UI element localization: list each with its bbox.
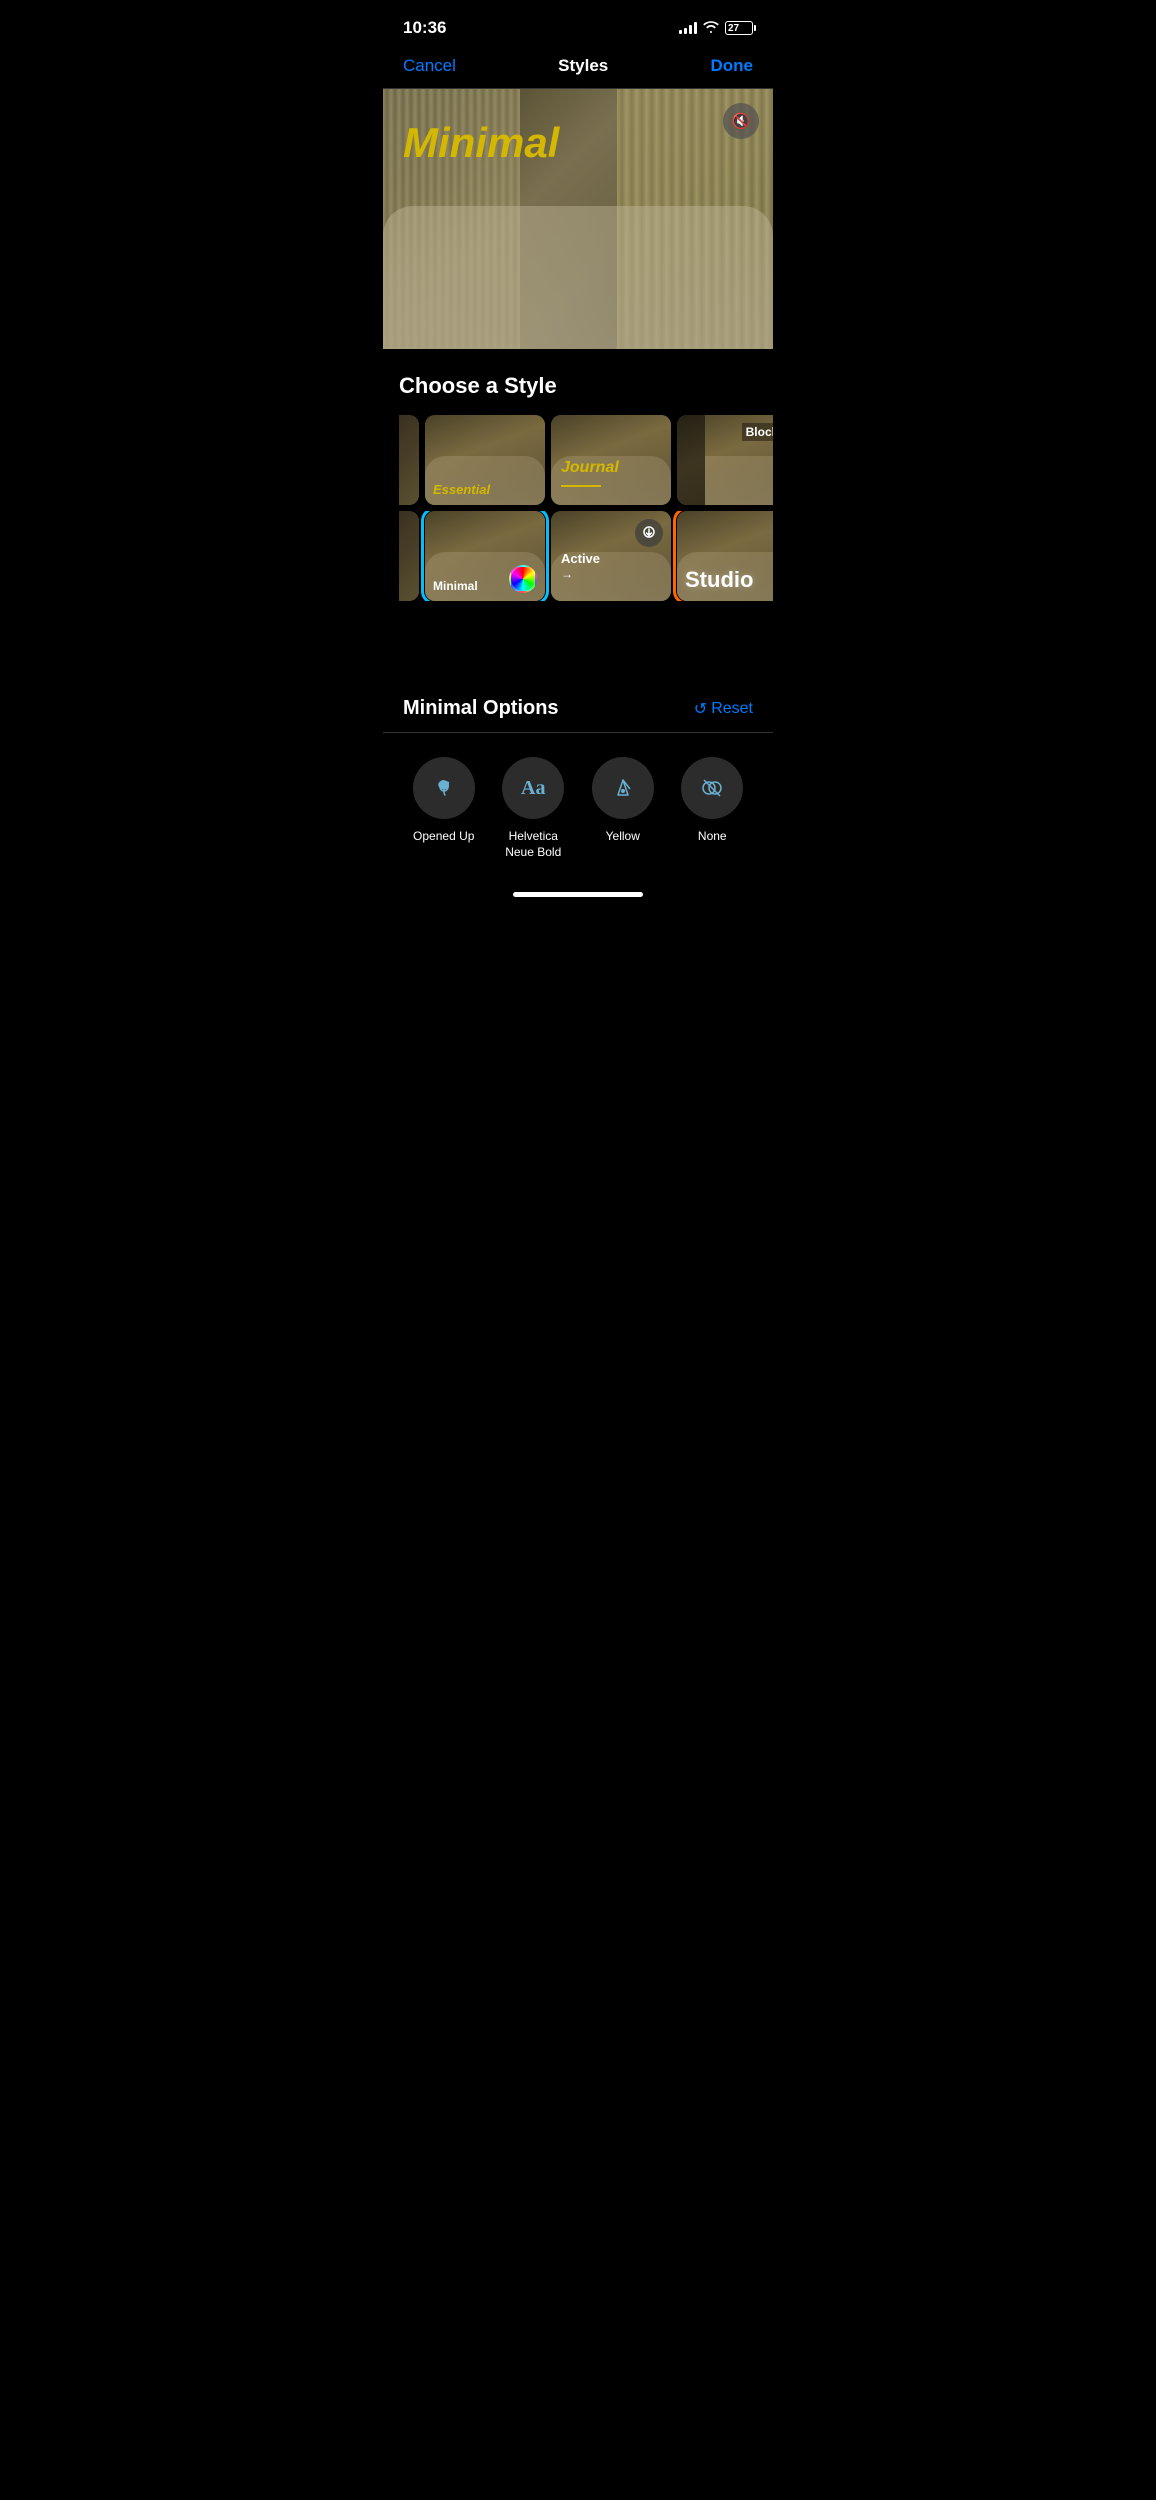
font-label: Helvetica Neue Bold [505, 829, 561, 860]
page-title: Styles [558, 56, 608, 76]
blocks-label: Blocks [742, 423, 773, 441]
reset-label: Reset [711, 700, 753, 718]
options-row: Opened Up Aa Helvetica Neue Bold Yellow [383, 733, 773, 876]
opened-up-label: Opened Up [413, 829, 474, 845]
blocks-overlay [677, 415, 705, 505]
done-button[interactable]: Done [710, 56, 753, 76]
choose-style-title: Choose a Style [399, 373, 773, 399]
reset-icon: ↺ [694, 699, 707, 719]
blend-icon [681, 757, 743, 819]
style-item-studio[interactable]: Studio [677, 511, 773, 601]
studio-label: Studio [685, 567, 753, 593]
option-item-opened-up[interactable]: Opened Up [409, 757, 479, 860]
option-item-font[interactable]: Aa Helvetica Neue Bold [498, 757, 568, 860]
battery-icon: 27 [725, 21, 753, 35]
style-item-essential[interactable]: Essential [425, 415, 545, 505]
style-row-2: Minimal Active → [399, 511, 773, 601]
essential-label: Essential [433, 482, 490, 497]
active-label: Active → [561, 551, 600, 581]
mute-button[interactable]: 🔇 [723, 103, 759, 139]
status-bar: 10:36 27 [383, 0, 773, 48]
sofa-area [383, 206, 773, 349]
minimal-label: Minimal [433, 579, 478, 593]
options-header: Minimal Options ↺ Reset [383, 697, 773, 733]
option-item-blend[interactable]: None [677, 757, 747, 860]
style-row-1: Essential Journal Blocks [399, 415, 773, 505]
style-item-journal[interactable]: Journal [551, 415, 671, 505]
wifi-icon [703, 20, 719, 36]
opened-up-icon [413, 757, 475, 819]
reset-button[interactable]: ↺ Reset [694, 699, 753, 719]
preview-style-label: Minimal [403, 119, 559, 167]
preview-background: Minimal 🔇 [383, 89, 773, 349]
options-title: Minimal Options [403, 697, 559, 720]
color-wheel-icon [509, 565, 537, 593]
cancel-button[interactable]: Cancel [403, 56, 456, 76]
minimal-options-section: Minimal Options ↺ Reset Opened Up Aa Hel… [383, 667, 773, 876]
choose-style-section: Choose a Style Essential Journal [383, 349, 773, 617]
signal-bars-icon [679, 22, 697, 34]
style-item-active[interactable]: Active → [551, 511, 671, 601]
status-icons: 27 [679, 20, 753, 36]
color-label: Yellow [606, 829, 640, 845]
style-item-blocks[interactable]: Blocks [677, 415, 773, 505]
style-item-minimal[interactable]: Minimal [425, 511, 545, 601]
style-item-partial-2 [399, 511, 419, 601]
journal-label: Journal [561, 459, 619, 477]
mute-icon: 🔇 [732, 112, 751, 130]
status-time: 10:36 [403, 18, 446, 38]
home-indicator [383, 876, 773, 905]
home-bar [513, 892, 643, 897]
font-icon: Aa [502, 757, 564, 819]
nav-bar: Cancel Styles Done [383, 48, 773, 89]
blend-label: None [698, 829, 727, 845]
preview-container: Minimal 🔇 [383, 89, 773, 349]
option-item-color[interactable]: Yellow [588, 757, 658, 860]
download-icon [635, 519, 663, 547]
style-item-partial [399, 415, 419, 505]
color-icon [592, 757, 654, 819]
